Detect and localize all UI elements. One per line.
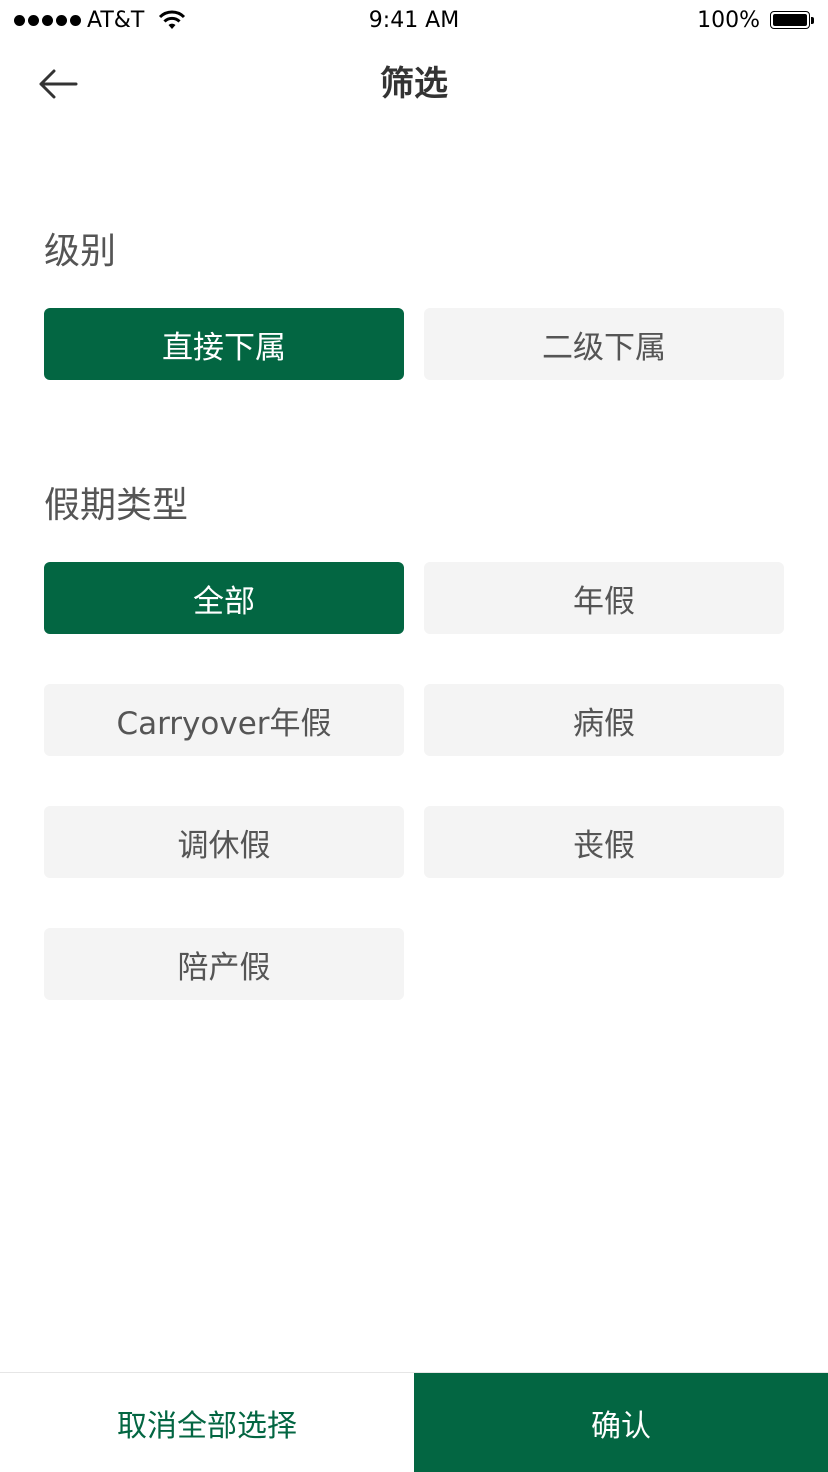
nav-bar: 筛选	[0, 42, 828, 126]
leave-type-option-compensatory[interactable]: 调休假	[44, 806, 404, 878]
battery-percent: 100%	[697, 8, 760, 33]
leave-type-option-all[interactable]: 全部	[44, 562, 404, 634]
level-option-second[interactable]: 二级下属	[424, 308, 784, 380]
leave-type-option-carryover[interactable]: Carryover年假	[44, 684, 404, 756]
leave-type-option-annual[interactable]: 年假	[424, 562, 784, 634]
confirm-button[interactable]: 确认	[414, 1373, 828, 1472]
leave-type-section-title: 假期类型	[44, 485, 189, 526]
level-section-title: 级别	[44, 231, 117, 272]
leave-type-option-paternity[interactable]: 陪产假	[44, 928, 404, 1000]
clear-all-button[interactable]: 取消全部选择	[0, 1373, 414, 1472]
battery-icon	[770, 11, 816, 31]
page-title: 筛选	[380, 64, 448, 104]
bottom-action-bar: 取消全部选择 确认	[0, 1372, 828, 1472]
status-bar: AT&T 9:41 AM 100%	[0, 0, 828, 42]
level-option-direct[interactable]: 直接下属	[44, 308, 404, 380]
leave-type-option-bereavement[interactable]: 丧假	[424, 806, 784, 878]
leave-type-option-sick[interactable]: 病假	[424, 684, 784, 756]
filter-screen: AT&T 9:41 AM 100% 筛选 级别 直接下属 二级下属 假期类型 全…	[0, 0, 828, 1472]
